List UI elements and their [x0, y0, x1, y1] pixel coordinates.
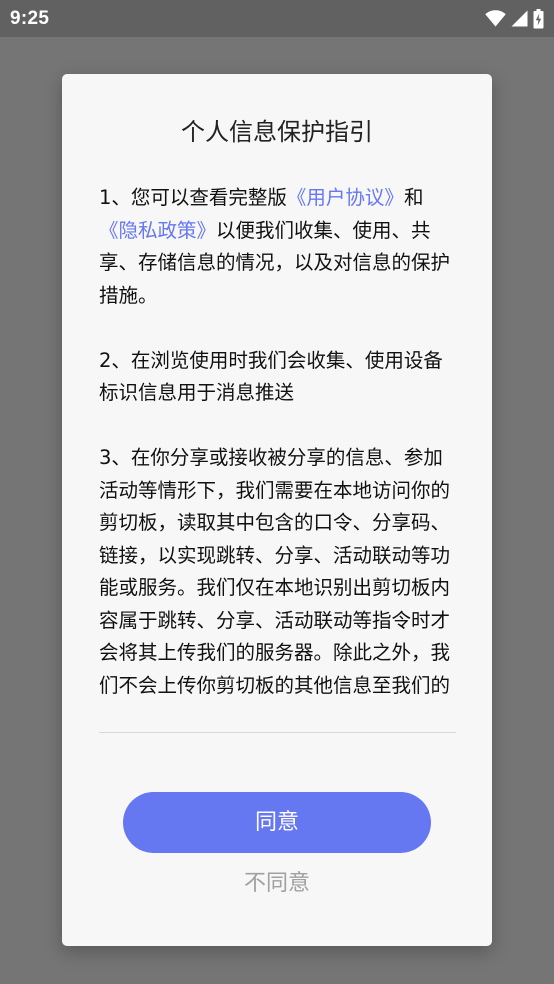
- divider: [99, 732, 456, 733]
- privacy-dialog: 个人信息保护指引 1、您可以查看完整版《用户协议》和《隐私政策》以便我们收集、使…: [62, 74, 492, 946]
- paragraph-1-middle: 和: [403, 186, 424, 209]
- paragraph-3: 3、在你分享或接收被分享的信息、参加活动等情形下，我们需要在本地访问你的剪切板，…: [99, 446, 451, 697]
- dialog-title: 个人信息保护指引: [181, 118, 373, 146]
- disagree-button[interactable]: 不同意: [177, 866, 377, 902]
- status-time: 9:25: [10, 8, 50, 29]
- paragraph-1: 1、您可以查看完整版《用户协议》和《隐私政策》以便我们收集、使用、共享、存储信息…: [99, 182, 457, 312]
- user-agreement-link[interactable]: 《用户协议》: [287, 186, 404, 209]
- paragraph-2: 2、在浏览使用时我们会收集、使用设备标识信息用于消息推送: [99, 348, 443, 405]
- agree-button[interactable]: 同意: [123, 792, 431, 853]
- dialog-body[interactable]: 1、您可以查看完整版《用户协议》和《隐私政策》以便我们收集、使用、共享、存储信息…: [99, 182, 457, 706]
- status-icons: [485, 8, 544, 29]
- privacy-policy-link[interactable]: 《隐私政策》: [99, 219, 216, 242]
- wifi-icon: [485, 10, 506, 27]
- paragraph-1-prefix: 1、您可以查看完整版: [99, 186, 287, 209]
- battery-charging-icon: [533, 8, 544, 29]
- cellular-signal-icon: [511, 10, 528, 27]
- status-bar: 9:25: [0, 0, 554, 37]
